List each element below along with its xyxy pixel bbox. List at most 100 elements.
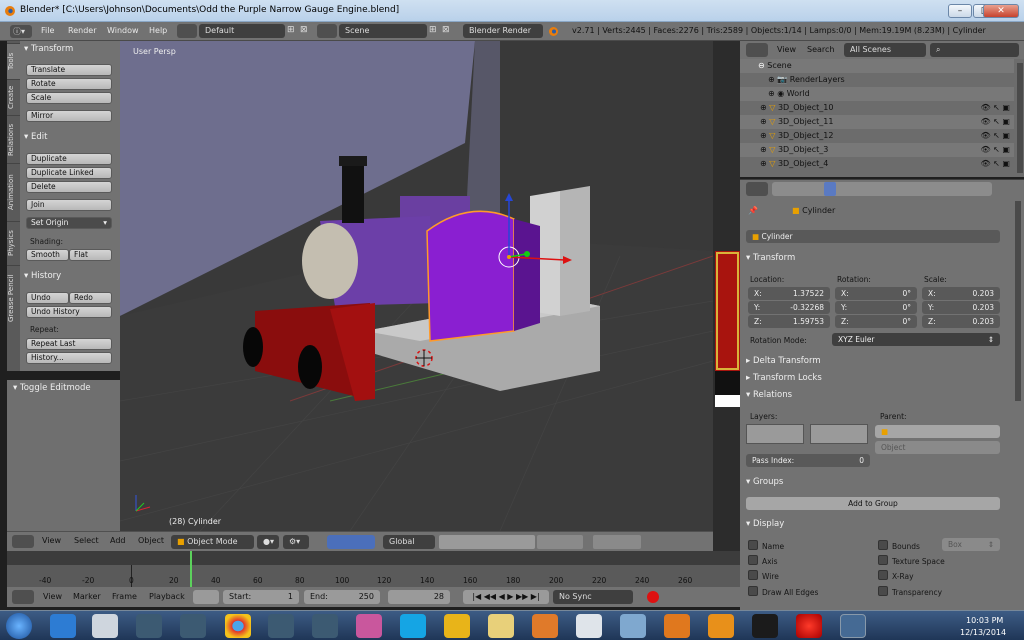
rotation-x-field[interactable]: X: 0° (835, 287, 917, 300)
edit-panel-header[interactable]: ▾ Edit (24, 132, 47, 142)
editor-type-icon[interactable] (12, 535, 34, 548)
display-mode-select[interactable]: All Scenes (844, 43, 926, 57)
current-frame-field[interactable]: 28 (388, 590, 450, 604)
manipulator-toggle-icon[interactable] (327, 535, 375, 549)
tree-row-object[interactable]: ⊕ ▽ 3D_Object_12 👁 ↖ ▣ (740, 129, 1014, 143)
layer-grid-1[interactable] (746, 424, 804, 444)
tab-create[interactable]: Create (7, 79, 20, 115)
3d-viewport[interactable]: User Persp (28) Cylinder (120, 41, 713, 531)
scene-field[interactable]: Scene (339, 24, 427, 38)
object-name-field[interactable]: ■ Cylinder (746, 230, 1000, 243)
history-panel-header[interactable]: ▾ History (24, 271, 61, 281)
transform-orientation-select[interactable]: Global (383, 535, 435, 549)
parent-type-select[interactable]: Object (875, 441, 1000, 454)
layout-field[interactable]: Default (199, 24, 285, 38)
skype-icon[interactable] (400, 614, 426, 638)
rotation-mode-select[interactable]: XYZ Euler ⇕ (832, 333, 1000, 346)
timeline-marker-menu[interactable]: Marker (73, 592, 101, 601)
menu-render[interactable]: Render (68, 26, 96, 35)
chrome-icon[interactable] (225, 614, 251, 638)
remove-layout-icon[interactable]: ⊠ (300, 25, 311, 37)
taskbar-app-icon[interactable] (576, 614, 602, 638)
transform-panel-header[interactable]: ▾ Transform (24, 44, 73, 54)
groups-header[interactable]: ▾ Groups (746, 477, 783, 487)
name-checkbox[interactable] (748, 540, 758, 550)
tree-row-object[interactable]: ⊕ ▽ 3D_Object_10 👁 ↖ ▣ (740, 101, 1014, 115)
render-engine-select[interactable]: Blender Render (463, 24, 543, 38)
timeline-playback-menu[interactable]: Playback (149, 592, 185, 601)
playback-controls[interactable]: |◀ ◀◀ ◀ ▶ ▶▶ ▶| (463, 590, 549, 604)
xray-checkbox[interactable] (878, 570, 888, 580)
timeline-view-menu[interactable]: View (43, 592, 62, 601)
layer-grid-2[interactable] (810, 424, 868, 444)
taskbar-app-icon[interactable] (752, 614, 778, 638)
tab-tools[interactable]: Tools (7, 43, 20, 79)
remove-scene-icon[interactable]: ⊠ (442, 25, 450, 35)
menu-file[interactable]: File (41, 26, 54, 35)
outliner-scrollbar[interactable] (1017, 63, 1023, 173)
editor-type-icon[interactable] (746, 182, 768, 196)
location-y-field[interactable]: Y: -0.32268 (748, 301, 830, 314)
outliner-search-menu[interactable]: Search (807, 45, 834, 54)
transform-locks-header[interactable]: ▸ Transform Locks (746, 373, 822, 383)
scene-icon[interactable] (317, 24, 337, 38)
menu-add[interactable]: Add (110, 536, 126, 545)
draw-all-edges-checkbox[interactable] (748, 586, 758, 596)
taskbar-app-icon[interactable] (92, 614, 118, 638)
tree-row-renderlayers[interactable]: ⊕ 📷 RenderLayers (740, 73, 1014, 87)
editor-type-icon[interactable] (12, 590, 34, 604)
location-x-field[interactable]: X: 1.37522 (748, 287, 830, 300)
object-context-icon[interactable] (824, 182, 836, 196)
tree-row-world[interactable]: ⊕ ◉ World (740, 87, 1014, 101)
timeline-ruler[interactable]: -40 -20 0 20 40 60 80 100 120 140 160 18… (7, 551, 740, 587)
editor-type-icon[interactable]: ⓘ▾ (10, 25, 32, 38)
toggle-editmode-header[interactable]: ▾ Toggle Editmode (13, 383, 91, 393)
bounds-type-select[interactable]: Box ⇕ (942, 538, 1000, 551)
tab-relations[interactable]: Relations (7, 115, 20, 163)
sync-mode-select[interactable]: No Sync (553, 590, 633, 604)
ie-icon[interactable] (50, 614, 76, 638)
outliner-view-menu[interactable]: View (777, 45, 796, 54)
tab-grease-pencil[interactable]: Grease Pencil (7, 265, 20, 331)
history-button[interactable]: History... (26, 352, 112, 364)
end-frame-field[interactable]: End: 250 (304, 590, 380, 604)
close-button[interactable]: ✕ (983, 4, 1019, 18)
redo-button[interactable]: Redo (69, 292, 112, 304)
rotation-y-field[interactable]: Y: 0° (835, 301, 917, 314)
snap-icons[interactable] (537, 535, 583, 549)
scale-button[interactable]: Scale (26, 92, 112, 104)
set-origin-dropdown[interactable]: Set Origin ▾ (26, 217, 112, 229)
render-icons[interactable] (593, 535, 641, 549)
tab-physics[interactable]: Physics (7, 221, 20, 265)
flat-button[interactable]: Flat (69, 249, 112, 261)
scale-y-field[interactable]: Y: 0.203 (922, 301, 1000, 314)
axis-checkbox[interactable] (748, 555, 758, 565)
media-player-icon[interactable] (532, 614, 558, 638)
translate-button[interactable]: Translate (26, 64, 112, 76)
outliner-tree[interactable]: ⊖ Scene ⊕ 📷 RenderLayers ⊕ ◉ World ⊕ ▽ 3… (740, 59, 1024, 177)
explorer-icon[interactable] (488, 614, 514, 638)
timeline-frame-menu[interactable]: Frame (112, 592, 137, 601)
rotation-z-field[interactable]: Z: 0° (835, 315, 917, 328)
parent-field[interactable]: ■ (875, 425, 1000, 438)
pin-icon[interactable]: 📌 (748, 206, 758, 215)
pivot-select[interactable]: ⚙▾ (283, 535, 309, 549)
add-scene-icon[interactable]: ⊞ (429, 25, 437, 35)
mirror-button[interactable]: Mirror (26, 110, 112, 122)
texture-space-checkbox[interactable] (878, 555, 888, 565)
layout-icon[interactable] (177, 24, 197, 38)
tree-row-object[interactable]: ⊕ ▽ 3D_Object_11 👁 ↖ ▣ (740, 115, 1014, 129)
taskbar-app-icon[interactable] (136, 614, 162, 638)
audacity-icon[interactable] (708, 614, 734, 638)
taskbar-app-icon[interactable] (312, 614, 338, 638)
blender-taskbar-icon[interactable] (840, 614, 866, 638)
rotate-button[interactable]: Rotate (26, 78, 112, 90)
display-header[interactable]: ▾ Display (746, 519, 784, 529)
shading-select[interactable]: ●▾ (257, 535, 279, 549)
transparency-checkbox[interactable] (878, 586, 888, 596)
undo-history-button[interactable]: Undo History (26, 306, 112, 318)
transform-panel-header[interactable]: ▾ Transform (746, 253, 795, 263)
taskbar-app-icon[interactable] (444, 614, 470, 638)
editor-type-icon[interactable] (746, 43, 768, 57)
menu-help[interactable]: Help (149, 26, 167, 35)
